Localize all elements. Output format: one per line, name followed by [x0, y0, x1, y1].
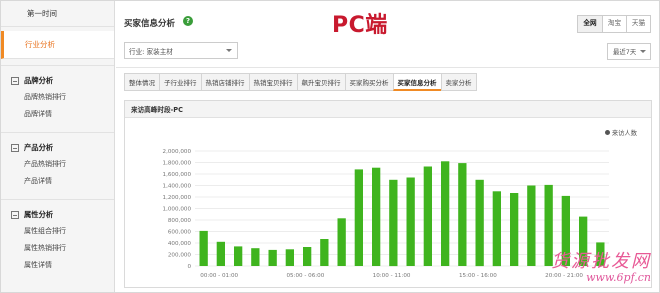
page-title: 买家信息分析	[124, 19, 176, 29]
tab-seller[interactable]: 卖家分析	[440, 73, 477, 91]
sidebar-group-header[interactable]: 属性分析	[1, 208, 114, 222]
sidebar-item-attribute-ranking[interactable]: 属性热销排行	[1, 239, 114, 256]
y-tick-label: 600,000	[168, 230, 192, 236]
bar-01:00 - 02:00[interactable]	[216, 241, 225, 266]
sidebar-group-header[interactable]: 产品分析	[1, 141, 114, 155]
y-tick-label: 1,000,000	[163, 207, 192, 213]
sidebar-group-title: 属性分析	[24, 210, 54, 219]
segment-taobao[interactable]: 淘宝	[602, 16, 626, 32]
sidebar-group-attribute: 属性分析 属性组合排行 属性热销排行 属性详情	[1, 199, 114, 277]
sidebar-item-attribute-detail[interactable]: 属性详情	[1, 256, 114, 273]
bar-03:00 - 04:00[interactable]	[251, 248, 260, 266]
y-tick-label: 0	[187, 264, 191, 270]
tab-rising-items[interactable]: 飙升宝贝排行	[296, 73, 345, 91]
sidebar-group-header[interactable]: 品牌分析	[1, 74, 114, 88]
x-tick-label: 00:00 - 01:00	[200, 273, 238, 279]
bar-09:00 - 10:00[interactable]	[354, 169, 363, 266]
y-tick-label: 800,000	[168, 218, 192, 224]
collapse-icon	[11, 144, 19, 152]
sidebar-item-brand-ranking[interactable]: 品牌热销排行	[1, 88, 114, 105]
bar-06:00 - 07:00[interactable]	[303, 247, 312, 266]
industry-select[interactable]: 行业: 家装主材	[124, 42, 238, 59]
y-tick-label: 400,000	[168, 241, 192, 247]
segment-all-network[interactable]: 全网	[578, 16, 602, 32]
bar-19:00 - 20:00[interactable]	[527, 185, 536, 267]
sidebar-item-product-ranking[interactable]: 产品热销排行	[1, 155, 114, 172]
tab-hot-items[interactable]: 热销宝贝排行	[248, 73, 297, 91]
watermark-title: 货源批发网	[551, 251, 651, 272]
date-range-value: 最近7天	[613, 48, 637, 56]
sidebar-item-product-detail[interactable]: 产品详情	[1, 172, 114, 189]
y-tick-label: 2,000,000	[163, 149, 192, 155]
watermark: 货源批发网 www.6pf.cn	[551, 247, 651, 284]
y-tick-label: 1,400,000	[163, 184, 192, 190]
y-tick-label: 1,200,000	[163, 195, 192, 201]
collapse-icon	[11, 77, 19, 85]
date-range-select[interactable]: 最近7天	[607, 43, 651, 60]
sidebar-group-title: 品牌分析	[24, 76, 54, 85]
bar-10:00 - 11:00[interactable]	[372, 167, 381, 266]
bar-18:00 - 19:00[interactable]	[510, 193, 519, 266]
sidebar-item-first-time[interactable]: 第一时间	[1, 1, 114, 27]
bar-04:00 - 05:00[interactable]	[268, 249, 277, 266]
x-tick-label: 05:00 - 06:00	[286, 273, 324, 279]
chevron-down-icon	[226, 49, 232, 52]
tab-sub-industry[interactable]: 子行业排行	[159, 73, 201, 91]
y-tick-label: 200,000	[168, 253, 192, 259]
bar-12:00 - 13:00[interactable]	[406, 177, 415, 267]
bar-16:00 - 17:00[interactable]	[475, 179, 484, 267]
divider	[116, 67, 659, 68]
y-tick-label: 1,600,000	[163, 172, 192, 178]
help-icon[interactable]: ?	[183, 16, 193, 26]
sidebar: 第一时间 行业分析 品牌分析 品牌热销排行 品牌详情 产品分析 产品热销排行 产…	[1, 1, 115, 292]
bar-05:00 - 06:00[interactable]	[285, 249, 294, 266]
sidebar-group-product: 产品分析 产品热销排行 产品详情	[1, 132, 114, 193]
bar-00:00 - 01:00[interactable]	[199, 230, 208, 266]
bar-14:00 - 15:00[interactable]	[441, 161, 450, 266]
x-tick-label: 10:00 - 11:00	[373, 273, 411, 279]
chevron-down-icon	[640, 50, 646, 53]
bar-15:00 - 16:00[interactable]	[458, 163, 467, 266]
collapse-icon	[11, 211, 19, 219]
platform-switch: 全网 淘宝 天猫	[577, 15, 651, 33]
sidebar-group-title: 产品分析	[24, 143, 54, 152]
tab-buyer-info[interactable]: 买家信息分析	[392, 73, 441, 91]
segment-tmall[interactable]: 天猫	[626, 16, 650, 32]
bar-13:00 - 14:00[interactable]	[423, 166, 432, 267]
tab-overview[interactable]: 整体情况	[124, 73, 159, 91]
main-content: 买家信息分析 ? PC端 全网 淘宝 天猫 行业: 家装主材 最近7天 整体情况…	[116, 1, 659, 292]
analysis-tabs: 整体情况 子行业排行 热销店铺排行 热销宝贝排行 飙升宝贝排行 买家购买分析 买…	[124, 73, 477, 91]
sidebar-item-attribute-combo[interactable]: 属性组合排行	[1, 222, 114, 239]
bar-08:00 - 09:00[interactable]	[337, 218, 346, 266]
sidebar-item-brand-detail[interactable]: 品牌详情	[1, 105, 114, 122]
bar-07:00 - 08:00[interactable]	[320, 239, 329, 266]
sidebar-item-industry-analysis[interactable]: 行业分析	[1, 31, 114, 59]
industry-select-value: 行业: 家装主材	[129, 47, 173, 56]
bar-02:00 - 03:00[interactable]	[234, 246, 243, 266]
tab-buyer-purchase[interactable]: 买家购买分析	[344, 73, 393, 91]
tab-hot-shops[interactable]: 热销店铺排行	[200, 73, 249, 91]
pc-overlay-label: PC端	[332, 13, 388, 38]
sidebar-group-brand: 品牌分析 品牌热销排行 品牌详情	[1, 65, 114, 126]
y-tick-label: 1,800,000	[163, 161, 192, 167]
x-tick-label: 15:00 - 16:00	[459, 273, 497, 279]
bar-11:00 - 12:00[interactable]	[389, 179, 398, 267]
bar-17:00 - 18:00[interactable]	[492, 191, 501, 267]
